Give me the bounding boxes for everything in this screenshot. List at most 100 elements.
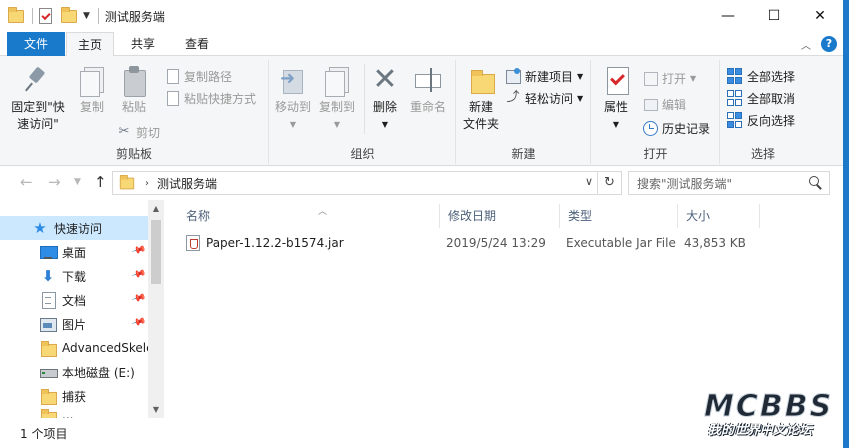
copy-button[interactable]: 复制	[74, 64, 110, 116]
select-all-button[interactable]: 全部选择	[727, 66, 795, 86]
paste-button[interactable]: 粘贴	[114, 64, 154, 116]
pin-icon[interactable]: 📌	[130, 315, 146, 331]
select-all-label: 全部选择	[747, 69, 796, 84]
column-header-size[interactable]: 大小	[678, 204, 760, 228]
properties-icon[interactable]	[39, 8, 55, 24]
pin-icon[interactable]: 📌	[130, 267, 146, 283]
new-folder-label-line1: 新建	[468, 100, 493, 114]
invert-selection-button[interactable]: 反向选择	[727, 110, 795, 130]
move-to-button[interactable]: 移动到 ▼	[272, 64, 314, 133]
properties-button[interactable]: 属性 ▼	[598, 64, 634, 133]
copy-to-button[interactable]: 复制到 ▼	[316, 64, 358, 133]
search-input[interactable]: 搜索"测试服务端"	[628, 171, 830, 195]
cut-button[interactable]: ✂ 剪切	[116, 122, 160, 142]
nav-item-downloads[interactable]: ⬇ 下载 📌	[0, 264, 148, 288]
properties-label: 属性	[603, 100, 628, 114]
open-button[interactable]: 打开 ▼	[642, 68, 696, 88]
nav-item-advancedskele[interactable]: AdvancedSkele	[0, 336, 148, 360]
nav-item-documents[interactable]: 文档 📌	[0, 288, 148, 312]
help-icon[interactable]: ?	[821, 36, 837, 52]
select-group-label: 选择	[750, 147, 775, 161]
copy-to-icon	[321, 64, 353, 97]
history-icon	[642, 120, 658, 136]
nav-item-capture[interactable]: 捕获	[0, 384, 148, 408]
paste-shortcut-label: 粘贴快捷方式	[184, 91, 257, 106]
paste-shortcut-button[interactable]: 粘贴快捷方式	[164, 88, 256, 108]
scroll-down-chevron-icon[interactable]: ▼	[148, 405, 164, 414]
search-icon[interactable]	[809, 176, 823, 190]
nav-item-label: 图片	[62, 317, 87, 332]
nav-item-partial[interactable]: ...	[0, 408, 148, 418]
file-name[interactable]: Paper-1.12.2-b1574.jar	[206, 232, 344, 254]
table-row[interactable]: Paper-1.12.2-b1574.jar 2019/5/24 13:29 E…	[180, 232, 760, 254]
column-header-modified[interactable]: 修改日期	[440, 204, 560, 228]
scrollbar-thumb[interactable]	[151, 220, 161, 284]
breadcrumb-current[interactable]: 测试服务端	[157, 175, 217, 192]
address-bar[interactable]: › 测试服务端 ∨	[112, 171, 598, 195]
copy-label: 复制	[79, 100, 104, 114]
explorer-window: ▼ 测试服务端 — ☐ ✕ 文件 主页 共享 查看 ︿ ? 固定到"快 速访问"	[0, 0, 843, 448]
collapse-ribbon-chevron-icon[interactable]: ︿	[801, 37, 811, 52]
new-folder-icon[interactable]	[61, 7, 77, 24]
history-button[interactable]: 历史记录	[642, 118, 710, 138]
sort-ascending-chevron-icon: ︿	[318, 207, 328, 217]
nav-item-quick-access[interactable]: ★ 快速访问	[0, 216, 148, 240]
open-group-label: 打开	[643, 147, 668, 161]
new-folder-button[interactable]: 新建 文件夹	[459, 64, 503, 133]
star-icon: ★	[33, 219, 47, 237]
column-header-name[interactable]: 名称 ︿	[178, 204, 440, 228]
chevron-down-icon: ▼	[612, 120, 620, 129]
nav-pane-scrollbar[interactable]: ▲ ▼	[148, 200, 164, 418]
select-none-button[interactable]: 全部取消	[727, 88, 795, 108]
tab-share[interactable]: 共享	[118, 32, 168, 56]
pin-icon[interactable]: 📌	[130, 291, 146, 307]
breadcrumb-chevron-icon[interactable]: ›	[145, 178, 149, 189]
new-item-button[interactable]: 新建项目 ▼	[505, 66, 583, 86]
easy-access-button[interactable]: ⤴ 轻松访问 ▼	[505, 88, 583, 108]
ribbon-tabs: 文件 主页 共享 查看 ︿ ?	[0, 32, 843, 57]
rename-label: 重命名	[409, 100, 446, 114]
maximize-button[interactable]: ☐	[751, 0, 797, 32]
search-placeholder: 搜索"测试服务端"	[637, 176, 733, 191]
address-dropdown-chevron-icon[interactable]: ∨	[585, 175, 593, 188]
edit-button[interactable]: 编辑	[642, 94, 686, 114]
column-header-type[interactable]: 类型	[560, 204, 678, 228]
new-item-label: 新建项目	[525, 69, 574, 84]
tab-home[interactable]: 主页	[66, 32, 114, 57]
back-arrow-icon[interactable]: ←	[20, 173, 33, 191]
divider	[364, 64, 365, 134]
pin-icon[interactable]: 📌	[130, 243, 146, 259]
watermark-title: MCBBS	[704, 389, 834, 424]
pin-to-quick-access-button[interactable]: 固定到"快 速访问"	[6, 64, 70, 133]
copy-path-button[interactable]: 复制路径	[164, 66, 232, 86]
refresh-icon: ↻	[604, 175, 615, 190]
file-type: Executable Jar File	[566, 236, 676, 250]
delete-button[interactable]: ✕ 删除 ▼	[368, 64, 402, 133]
tab-view[interactable]: 查看	[172, 32, 222, 56]
minimize-button[interactable]: —	[705, 0, 751, 32]
jar-file-icon	[186, 235, 200, 251]
nav-item-label: 捕获	[62, 389, 87, 404]
easy-access-label: 轻松访问	[525, 91, 574, 106]
up-arrow-icon[interactable]: ↑	[94, 173, 107, 191]
refresh-button[interactable]: ↻	[598, 171, 622, 195]
tab-file[interactable]: 文件	[7, 32, 65, 56]
properties-icon	[600, 64, 632, 96]
divider	[97, 8, 99, 24]
nav-item-local-disk-e[interactable]: 本地磁盘 (E:)	[0, 360, 148, 384]
paste-shortcut-icon	[164, 90, 180, 106]
chevron-down-icon: ▼	[381, 120, 389, 129]
history-label: 历史记录	[662, 121, 711, 136]
new-item-icon	[505, 68, 521, 84]
column-header-label: 修改日期	[448, 209, 497, 223]
recent-locations-chevron-icon[interactable]: ▼	[74, 177, 81, 187]
nav-item-desktop[interactable]: 桌面 📌	[0, 240, 148, 264]
rename-button[interactable]: 重命名	[406, 64, 450, 116]
close-button[interactable]: ✕	[797, 0, 843, 32]
folder-icon	[40, 388, 57, 405]
forward-arrow-icon[interactable]: →	[48, 173, 61, 191]
scroll-up-chevron-icon[interactable]: ▲	[148, 204, 164, 213]
nav-item-pictures[interactable]: 图片 📌	[0, 312, 148, 336]
customize-toolbar-chevron-icon[interactable]: ▼	[83, 11, 90, 21]
select-none-label: 全部取消	[747, 91, 796, 106]
